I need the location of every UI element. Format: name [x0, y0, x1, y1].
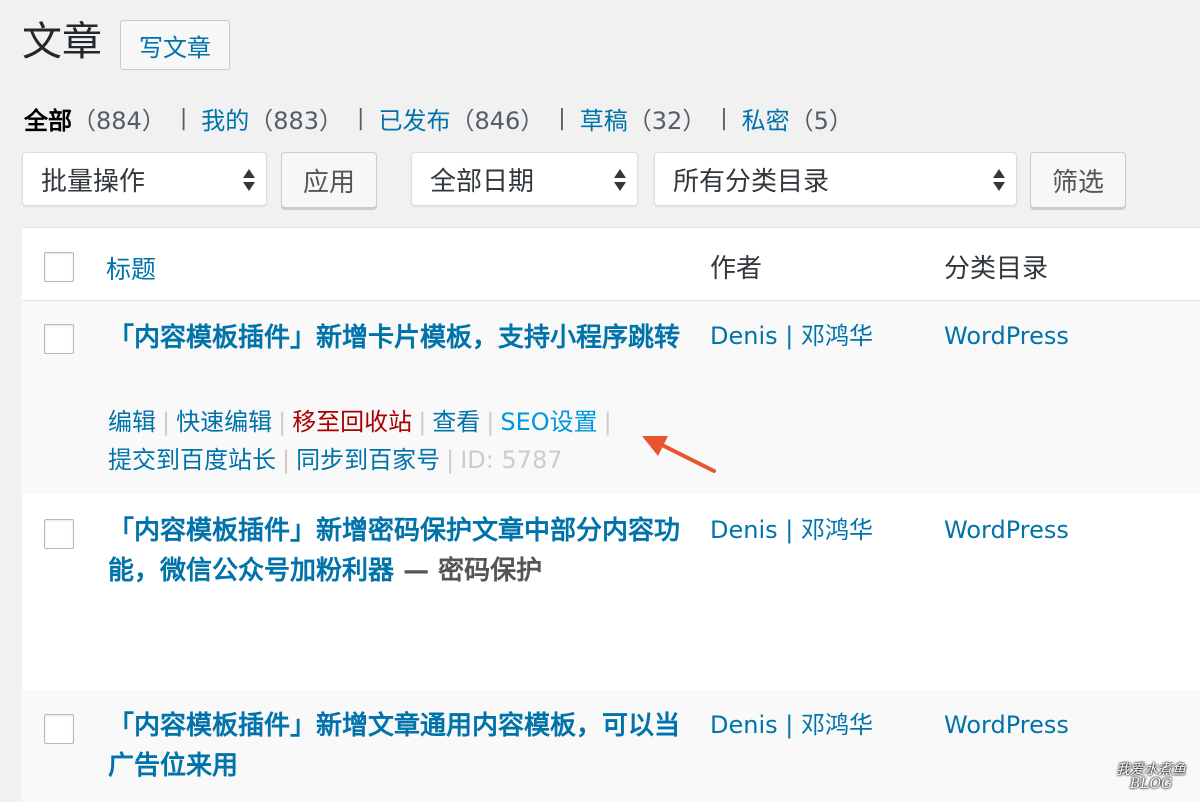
filter-separator: | — [357, 106, 365, 131]
seo-settings-link[interactable]: SEO设置 — [500, 408, 597, 436]
row-actions: 编辑 | 快速编辑 | 移至回收站 | 查看 | SEO设置 | 提交到百度站长 | 同步到百家号 | ID… — [108, 403, 688, 479]
watermark-logo: 我爱水煮鱼 BLOG — [1116, 763, 1186, 791]
select-arrows-icon — [242, 165, 256, 195]
column-categories-header: 分类目录 — [944, 254, 1049, 284]
column-title-header[interactable]: 标题 — [106, 250, 156, 286]
watermark-line1: 我爱水煮鱼 — [1116, 762, 1186, 778]
action-separator: | — [418, 408, 427, 436]
filter-all-count: （884） — [72, 107, 166, 135]
bulk-action-value: 批量操作 — [41, 166, 146, 197]
submit-baidu-link[interactable]: 提交到百度站长 — [108, 446, 276, 474]
table-row: 「内容模板插件」新增卡片模板，支持小程序跳转 Denis | 邓鸿华 WordP… — [22, 301, 1200, 494]
action-separator: | — [282, 446, 291, 474]
tablenav-top: 批量操作 应用 全部日期 所有分类目录 筛选 — [22, 152, 1182, 210]
row-checkbox[interactable] — [44, 324, 74, 354]
page-title: 文章 — [22, 19, 102, 65]
add-new-post-button[interactable]: 写文章 — [120, 20, 230, 70]
trash-link[interactable]: 移至回收站 — [292, 408, 412, 436]
select-arrows-icon — [992, 165, 1006, 195]
date-filter-select[interactable]: 全部日期 — [411, 152, 638, 206]
select-arrows-icon — [613, 165, 627, 195]
view-link[interactable]: 查看 — [432, 408, 480, 436]
filter-all-label: 全部 — [24, 107, 72, 135]
filter-mine[interactable]: 我的（883） — [201, 101, 343, 136]
author-link[interactable]: Denis | 邓鸿华 — [710, 513, 873, 547]
author-link[interactable]: Denis | 邓鸿华 — [710, 319, 873, 353]
category-link[interactable]: WordPress — [944, 513, 1069, 547]
action-separator: | — [603, 408, 612, 436]
action-separator: | — [486, 408, 495, 436]
bulk-action-select[interactable]: 批量操作 — [22, 152, 267, 206]
filter-drafts-count: （32） — [627, 107, 707, 135]
action-separator: | — [446, 446, 455, 474]
row-checkbox[interactable] — [44, 519, 74, 549]
table-row: 「内容模板插件」新增密码保护文章中部分内容功能，微信公众号加粉利器 — 密码保护… — [22, 495, 1200, 689]
category-filter-value: 所有分类目录 — [673, 166, 830, 197]
table-row: 「内容模板插件」新增文章通用内容模板，可以当广告位来用 Denis | 邓鸿华 … — [22, 690, 1200, 802]
action-separator: | — [162, 408, 171, 436]
post-id: ID: 5787 — [460, 446, 563, 474]
filter-mine-count: （883） — [249, 107, 344, 135]
apply-button[interactable]: 应用 — [281, 152, 377, 208]
date-filter-value: 全部日期 — [430, 166, 535, 197]
filter-drafts-label: 草稿 — [579, 107, 628, 135]
row-checkbox[interactable] — [44, 714, 74, 744]
author-link[interactable]: Denis | 邓鸿华 — [710, 708, 873, 742]
filter-private-label: 私密 — [741, 107, 790, 135]
status-filter-links: 全部（884） | 我的（883） | 已发布（846） | 草稿（32） | … — [24, 101, 853, 136]
category-link[interactable]: WordPress — [944, 708, 1069, 742]
post-title-text: 「内容模板插件」新增卡片模板，支持小程序跳转 — [108, 323, 681, 353]
post-title-link[interactable]: 「内容模板插件」新增卡片模板，支持小程序跳转 — [108, 318, 688, 358]
post-state: — 密码保护 — [394, 556, 543, 586]
filter-private-count: （5） — [789, 107, 853, 135]
filter-mine-label: 我的 — [201, 107, 250, 135]
post-title-link[interactable]: 「内容模板插件」新增密码保护文章中部分内容功能，微信公众号加粉利器 — 密码保护 — [108, 511, 688, 591]
category-filter-select[interactable]: 所有分类目录 — [654, 152, 1017, 206]
post-title-text: 「内容模板插件」新增文章通用内容模板，可以当广告位来用 — [108, 711, 681, 781]
filter-separator: | — [558, 106, 566, 131]
edit-link[interactable]: 编辑 — [108, 408, 156, 436]
filter-published-label: 已发布 — [378, 107, 451, 135]
quick-edit-link[interactable]: 快速编辑 — [176, 408, 272, 436]
filter-all[interactable]: 全部（884） — [24, 101, 166, 136]
post-title-link[interactable]: 「内容模板插件」新增文章通用内容模板，可以当广告位来用 — [108, 706, 688, 786]
filter-private[interactable]: 私密（5） — [742, 101, 853, 136]
page-header: 文章 写文章 — [22, 14, 230, 70]
watermark-line2: BLOG — [1129, 776, 1173, 792]
column-author-header: 作者 — [710, 254, 763, 284]
table-header: 标题 作者 分类目录 — [22, 228, 1200, 301]
filter-drafts[interactable]: 草稿（32） — [580, 101, 707, 136]
filter-separator: | — [720, 106, 728, 131]
filter-published[interactable]: 已发布（846） — [378, 101, 544, 136]
filter-separator: | — [179, 106, 188, 131]
action-separator: | — [278, 408, 287, 436]
filter-published-count: （846） — [450, 107, 545, 135]
category-link[interactable]: WordPress — [944, 319, 1069, 353]
posts-table: 标题 作者 分类目录 「内容模板插件」新增卡片模板，支持小程序跳转 Denis … — [22, 227, 1200, 802]
select-all-checkbox[interactable] — [44, 252, 74, 282]
filter-button[interactable]: 筛选 — [1030, 152, 1126, 208]
sync-baijiahao-link[interactable]: 同步到百家号 — [296, 446, 440, 474]
